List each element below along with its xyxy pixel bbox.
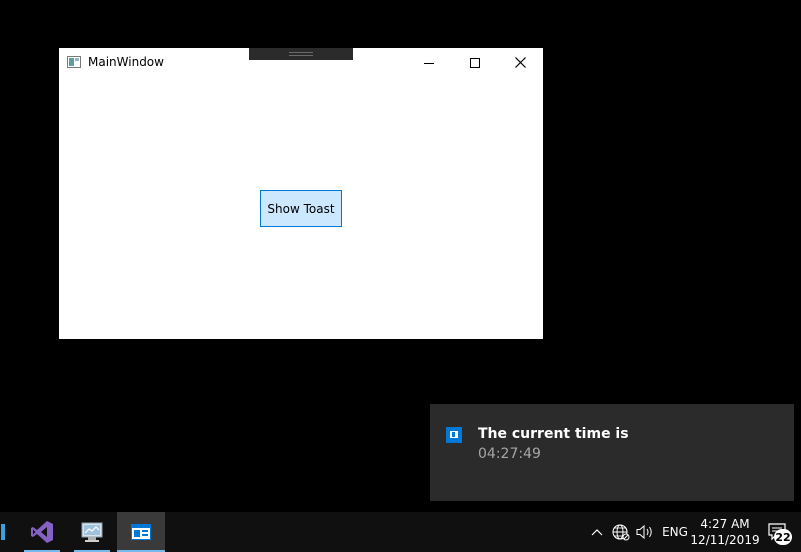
action-center-button[interactable]: 22: [764, 512, 798, 552]
clock-time: 4:27 AM: [700, 517, 750, 531]
network-button[interactable]: [610, 512, 632, 552]
taskbar-visual-studio[interactable]: [18, 512, 66, 552]
system-clock[interactable]: 4:27 AM 12/11/2019: [690, 512, 760, 552]
volume-button[interactable]: [634, 512, 656, 552]
show-toast-button[interactable]: Show Toast: [260, 190, 342, 227]
toast-notification[interactable]: The current time is 04:27:49: [430, 404, 794, 501]
control-panel-icon: [81, 522, 103, 542]
wpf-app-icon: [131, 524, 151, 540]
input-language-indicator[interactable]: ENG: [659, 512, 691, 552]
toast-app-icon: [446, 427, 462, 443]
toast-body: 04:27:49: [478, 446, 541, 462]
toast-title: The current time is: [478, 426, 629, 442]
speaker-icon: [636, 524, 652, 540]
visual-studio-icon: [31, 521, 53, 543]
taskbar-edge-app[interactable]: [0, 512, 6, 552]
taskbar-main-window[interactable]: [117, 512, 165, 552]
notification-count-badge: 22: [774, 529, 792, 545]
app-edge-icon: [1, 524, 5, 540]
close-button[interactable]: [497, 48, 543, 77]
minimize-icon: [424, 62, 434, 64]
window-title: MainWindow: [88, 55, 164, 69]
grip-icon: [289, 52, 313, 56]
chevron-up-icon: [591, 529, 603, 536]
desktop: MainWindow Show Toast The current time i…: [0, 0, 801, 552]
taskbar-control-panel[interactable]: [68, 512, 116, 552]
show-hidden-icons-button[interactable]: [588, 512, 606, 552]
main-window: MainWindow Show Toast: [59, 48, 543, 339]
minimize-button[interactable]: [406, 48, 452, 77]
maximize-button[interactable]: [452, 48, 498, 77]
maximize-icon: [470, 57, 480, 68]
close-icon: [514, 57, 526, 68]
window-app-icon: [67, 56, 81, 68]
taskbar: ENG 4:27 AM 12/11/2019 22: [0, 512, 801, 552]
clock-date: 12/11/2019: [690, 533, 760, 547]
snap-drag-handle[interactable]: [249, 48, 353, 60]
globe-network-icon: [612, 524, 630, 541]
